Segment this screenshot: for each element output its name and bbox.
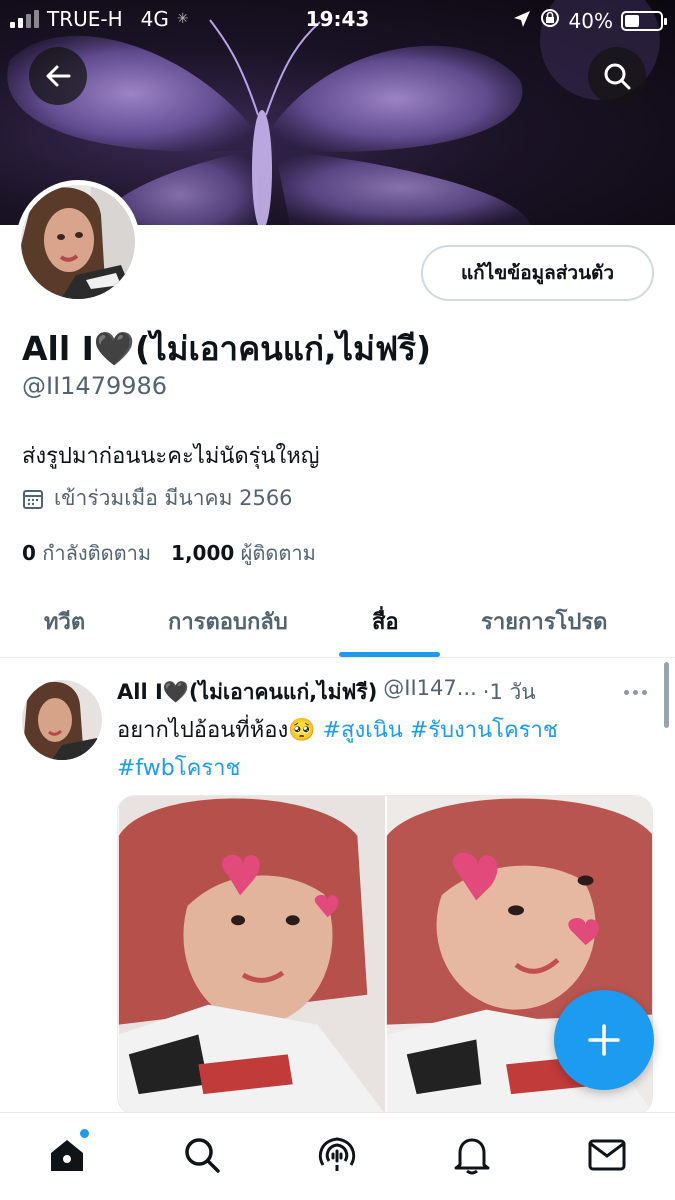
nav-home[interactable] — [45, 1129, 89, 1177]
notification-dot — [80, 1129, 89, 1138]
compose-button[interactable] — [554, 990, 654, 1090]
search-icon — [185, 1138, 220, 1173]
search-button[interactable] — [588, 47, 646, 105]
tab-replies[interactable]: การตอบกลับ — [168, 604, 288, 639]
followers-link[interactable]: 1,000 ผู้ติดตาม — [171, 537, 316, 569]
following-label: กำลังติดตาม — [42, 541, 152, 565]
home-icon — [51, 1140, 83, 1171]
location-icon — [513, 9, 531, 33]
nav-messages[interactable] — [585, 1133, 629, 1177]
profile-bio: ส่งรูปมาก่อนนะคะไม่นัดรุ่นใหญ่ — [22, 444, 320, 469]
profile-avatar[interactable] — [16, 180, 140, 304]
nav-spaces[interactable] — [315, 1133, 359, 1177]
edit-profile-button[interactable]: แก้ไขข้อมูลส่วนตัว — [421, 245, 654, 301]
hashtag-link[interactable]: #รับงานโคราช — [410, 718, 558, 743]
following-link[interactable]: 0 กำลังติดตาม — [22, 537, 151, 569]
nav-notifications[interactable] — [450, 1133, 494, 1177]
profile-display-name: All I🖤(ไม่เอาคนแก่,ไม่ฟรี) — [22, 329, 432, 368]
hashtag-link[interactable]: #fwbโคราช — [117, 756, 240, 781]
joined-label: เข้าร่วมเมือ มีนาคม 2566 — [54, 486, 293, 510]
tweet-author-photo — [22, 680, 102, 760]
tweet-photo[interactable] — [118, 796, 386, 1114]
hashtag-link[interactable]: #สูงเนิน — [323, 718, 403, 743]
status-bar: TRUE-H 4G ✳ 19:43 40% — [0, 0, 675, 40]
tweet-avatar[interactable] — [22, 680, 102, 760]
profile-photo — [21, 185, 135, 299]
calendar-icon — [23, 489, 43, 509]
tab-likes[interactable]: รายการโปรด — [481, 604, 607, 639]
search-icon — [604, 63, 631, 90]
followers-label: ผู้ติดตาม — [240, 541, 316, 565]
tweet-time: ·1 วัน — [482, 680, 536, 704]
mail-icon — [588, 1139, 626, 1171]
battery-label: 40% — [568, 8, 613, 33]
scrollbar[interactable] — [664, 662, 669, 728]
tweet-text: อยากไปอ้อนที่ห้อง🥺 #สูงเนิน #รับงานโคราช… — [117, 712, 637, 788]
arrow-left-icon — [46, 65, 71, 87]
tweet-body: อยากไปอ้อนที่ห้อง🥺 — [117, 718, 316, 743]
back-button[interactable] — [29, 47, 87, 105]
nav-search[interactable] — [180, 1133, 224, 1177]
joined-date: เข้าร่วมเมือ มีนาคม 2566 — [22, 482, 293, 515]
active-tab-indicator — [339, 652, 440, 657]
follow-stats: 0 กำลังติดตาม 1,000 ผู้ติดตาม — [22, 537, 316, 569]
battery-icon — [621, 10, 667, 31]
profile-handle: @II1479986 — [22, 372, 168, 400]
plus-icon — [588, 1024, 620, 1056]
tweet-header: All I🖤(ไม่เอาคนแก่,ไม่ฟรี) @II147... ·1 … — [117, 676, 647, 709]
followers-count: 1,000 — [171, 541, 235, 565]
more-options-icon[interactable] — [624, 690, 647, 695]
tweet-author-handle: @II147... — [383, 676, 477, 700]
tab-media[interactable]: สื่อ — [372, 604, 399, 639]
bottom-nav — [0, 1112, 675, 1200]
profile-tabs: ทวีต การตอบกลับ สื่อ รายการโปรด — [0, 590, 675, 658]
tab-tweets[interactable]: ทวีต — [44, 604, 85, 639]
rotation-lock-icon — [539, 7, 561, 34]
bell-icon — [454, 1138, 490, 1175]
spaces-icon — [318, 1137, 356, 1171]
following-count: 0 — [22, 541, 36, 565]
tweet-author-name[interactable]: All I🖤(ไม่เอาคนแก่,ไม่ฟรี) — [117, 676, 377, 709]
